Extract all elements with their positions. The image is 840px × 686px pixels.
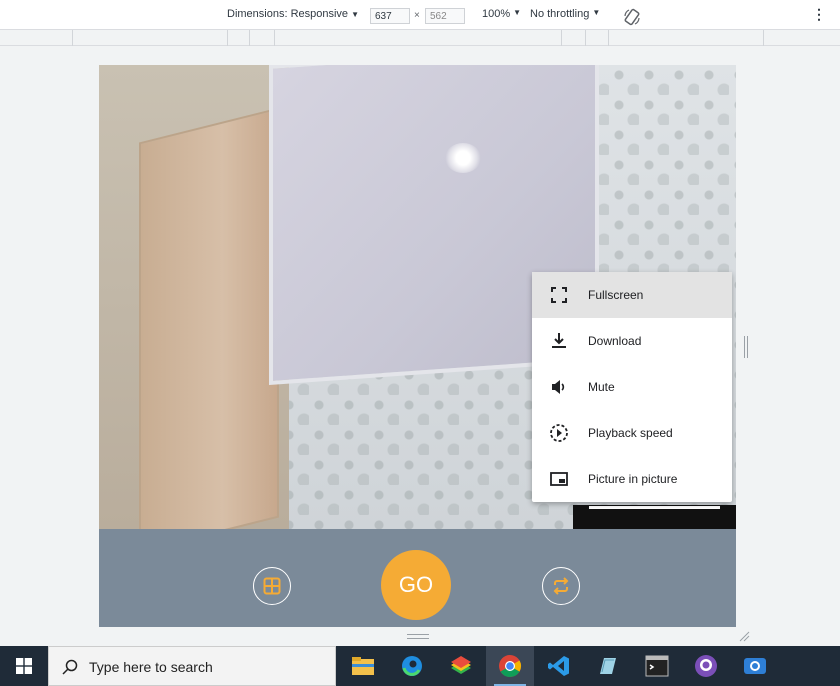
vscode-icon [548, 656, 569, 676]
bluestacks-icon [451, 656, 471, 674]
start-button[interactable] [0, 646, 48, 686]
video-progress-bar[interactable] [589, 506, 720, 509]
menu-item-fullscreen[interactable]: Fullscreen [532, 272, 732, 318]
grid-icon [263, 577, 281, 595]
throttling-dropdown[interactable]: No throttling ▼ [530, 8, 600, 20]
dimensions-dropdown[interactable]: Dimensions: Responsive ▼ [227, 8, 359, 20]
camera-icon [744, 658, 766, 674]
taskbar-chrome[interactable] [486, 646, 534, 686]
control-bar: GO [99, 529, 736, 627]
windows-logo-icon [16, 658, 32, 674]
throttling-label: No throttling [530, 8, 590, 20]
grid-button[interactable] [253, 567, 291, 605]
menu-item-label: Playback speed [588, 426, 673, 440]
go-button[interactable]: GO [381, 550, 451, 620]
menu-item-label: Mute [588, 380, 615, 394]
terminal-icon [645, 655, 669, 677]
device-toolbar: Dimensions: Responsive ▼ × 100% ▼ No thr… [0, 0, 840, 30]
rotate-icon[interactable] [623, 8, 641, 26]
media-query-ruler [0, 30, 840, 46]
times-label: × [414, 10, 420, 21]
chevron-down-icon: ▼ [592, 8, 601, 17]
github-icon [695, 655, 717, 677]
height-input[interactable] [425, 8, 465, 24]
taskbar-github-desktop[interactable] [682, 646, 730, 686]
taskbar-file-explorer[interactable] [339, 646, 387, 686]
menu-item-label: Fullscreen [588, 288, 644, 302]
taskbar-notepad[interactable] [584, 646, 632, 686]
resize-handle-bottom[interactable] [407, 634, 429, 639]
search-icon [62, 659, 78, 675]
switch-camera-button[interactable] [542, 567, 580, 605]
dimensions-label: Dimensions: Responsive [227, 8, 349, 20]
menu-item-label: Picture in picture [588, 472, 678, 486]
taskbar-bluestacks[interactable] [437, 646, 485, 686]
menu-item-download[interactable]: Download [532, 318, 732, 364]
notepad-icon [600, 658, 616, 674]
resize-handle-right[interactable] [744, 336, 748, 358]
fullscreen-icon [551, 287, 567, 303]
picture-in-picture-icon [550, 472, 568, 486]
menu-item-mute[interactable]: Mute [532, 364, 732, 410]
switch-camera-icon [553, 577, 569, 595]
menu-item-label: Download [588, 334, 642, 348]
camera-video[interactable]: Fullscreen Download Mute Playback speed … [99, 65, 736, 529]
search-placeholder: Type here to search [89, 659, 213, 675]
more-options-icon[interactable]: ⋮ [812, 6, 826, 23]
windows-taskbar: Type here to search [0, 646, 840, 686]
download-icon [552, 333, 566, 348]
chevron-down-icon: ▼ [513, 8, 522, 17]
volume-icon [552, 380, 565, 394]
zoom-dropdown[interactable]: 100% ▼ [482, 8, 521, 20]
folder-icon [352, 657, 374, 675]
menu-item-picture-in-picture[interactable]: Picture in picture [532, 456, 732, 502]
menu-item-playback-speed[interactable]: Playback speed [532, 410, 732, 456]
taskbar-screen-capture[interactable] [731, 646, 779, 686]
taskbar-vscode[interactable] [535, 646, 583, 686]
chrome-icon [499, 655, 521, 677]
taskbar-search[interactable]: Type here to search [48, 646, 336, 686]
zoom-label: 100% [482, 8, 511, 20]
chevron-down-icon: ▼ [351, 9, 359, 19]
taskbar-edge[interactable] [388, 646, 436, 686]
video-options-menu: Fullscreen Download Mute Playback speed … [532, 272, 732, 502]
playback-speed-icon [550, 424, 568, 442]
width-input[interactable] [370, 8, 410, 24]
edge-icon [402, 656, 422, 676]
emulated-viewport: Fullscreen Download Mute Playback speed … [99, 65, 736, 627]
resize-corner-icon[interactable] [738, 630, 750, 642]
taskbar-terminal[interactable] [633, 646, 681, 686]
cardboard-panel [139, 107, 279, 529]
